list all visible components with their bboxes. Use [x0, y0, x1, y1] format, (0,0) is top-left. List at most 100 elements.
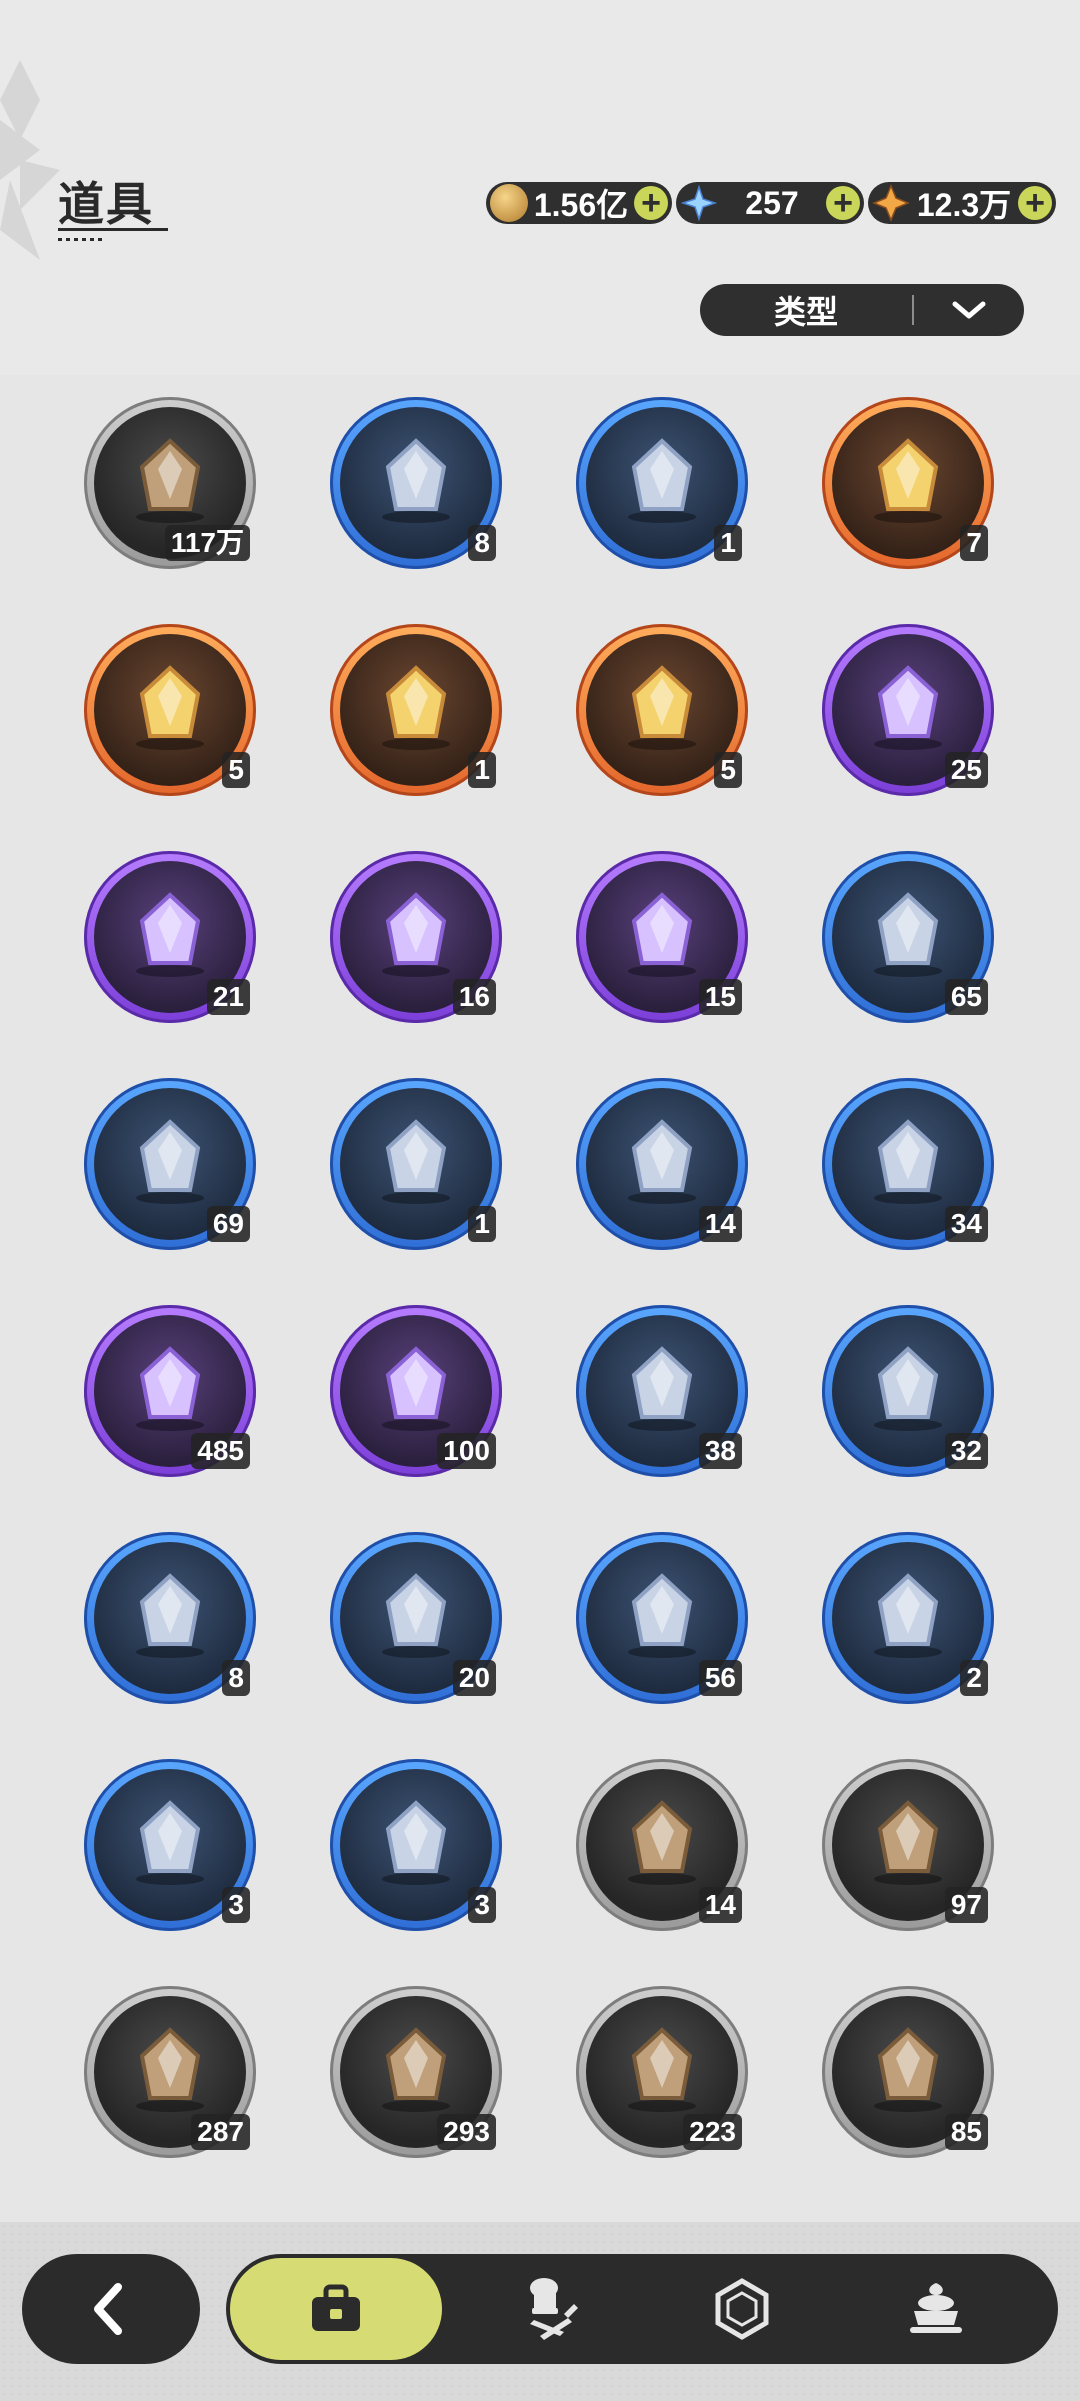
item-slot[interactable]: 3 — [84, 1759, 256, 1931]
item-slot[interactable]: 3 — [330, 1759, 502, 1931]
item-count: 15 — [698, 979, 742, 1015]
hexagon-icon — [715, 2278, 769, 2340]
tab-chef[interactable] — [462, 2254, 642, 2364]
item-slot[interactable]: 14 — [576, 1078, 748, 1250]
item-slot[interactable]: 38 — [576, 1305, 748, 1477]
add-star-button[interactable]: + — [1018, 186, 1052, 220]
item-count: 1 — [468, 752, 496, 788]
item-slot[interactable]: 293 — [330, 1986, 502, 2158]
back-button[interactable] — [22, 2254, 200, 2364]
item-slot[interactable]: 8 — [84, 1532, 256, 1704]
item-count: 3 — [468, 1887, 496, 1923]
item-count: 485 — [191, 1433, 250, 1469]
add-mora-button[interactable]: + — [634, 186, 668, 220]
category-tabs — [226, 2254, 1058, 2364]
item-count: 65 — [944, 979, 988, 1015]
sword-book-icon — [628, 892, 696, 977]
item-slot[interactable]: 20 — [330, 1532, 502, 1704]
header: 道具 1.56亿 + 257 + 12.3万 + 类型 — [0, 0, 1080, 375]
item-count: 8 — [222, 1660, 250, 1696]
tab-hexagon[interactable] — [652, 2254, 832, 2364]
orange-book-icon — [382, 892, 450, 977]
currency-crystal: 257 + — [676, 182, 864, 224]
gold-coin-icon — [490, 184, 528, 222]
item-slot[interactable]: 65 — [822, 851, 994, 1023]
pillow-icon — [136, 892, 204, 977]
item-slot[interactable]: 56 — [576, 1532, 748, 1704]
card-book-icon — [628, 1119, 696, 1204]
item-count: 38 — [698, 1433, 742, 1469]
item-count: 16 — [452, 979, 496, 1015]
filter-label: 类型 — [773, 294, 838, 330]
item-slot[interactable]: 97 — [822, 1759, 994, 1931]
item-count: 1 — [468, 1206, 496, 1242]
item-count: 5 — [222, 752, 250, 788]
tab-bag[interactable] — [246, 2254, 426, 2364]
crystal-icon — [680, 184, 718, 222]
item-slot[interactable]: 69 — [84, 1078, 256, 1250]
title-underline — [58, 228, 168, 231]
item-count: 14 — [698, 1206, 742, 1242]
item-slot[interactable]: 1 — [330, 624, 502, 796]
item-count: 7 — [960, 525, 988, 561]
item-count: 32 — [944, 1433, 988, 1469]
item-count: 3 — [222, 1887, 250, 1923]
feather-bundle-icon — [382, 438, 450, 523]
page-title: 道具 — [58, 178, 154, 230]
currency-mora-value: 1.56亿 — [533, 187, 629, 223]
item-slot[interactable]: 223 — [576, 1986, 748, 2158]
blue-book-icon — [382, 665, 450, 750]
amber-orb-icon — [874, 1573, 942, 1658]
item-count: 293 — [437, 2114, 496, 2150]
item-slot[interactable]: 34 — [822, 1078, 994, 1250]
item-count: 223 — [683, 2114, 742, 2150]
item-count: 2 — [960, 1660, 988, 1696]
item-slot[interactable]: 8 — [330, 397, 502, 569]
teacup-icon — [136, 1119, 204, 1204]
purple-crystal-shards-icon — [382, 1346, 450, 1431]
winged-gem-icon — [874, 1346, 942, 1431]
item-slot[interactable]: 25 — [822, 624, 994, 796]
golden-book-icon — [628, 665, 696, 750]
item-slot[interactable]: 287 — [84, 1986, 256, 2158]
item-slot[interactable]: 1 — [576, 397, 748, 569]
item-slot[interactable]: 32 — [822, 1305, 994, 1477]
item-slot[interactable]: 85 — [822, 1986, 994, 2158]
item-count: 25 — [944, 752, 988, 788]
item-slot[interactable]: 15 — [576, 851, 748, 1023]
golden-leaf-icon — [382, 1119, 450, 1204]
currency-star-value: 12.3万 — [916, 187, 1012, 223]
currency-mora: 1.56亿 + — [486, 182, 672, 224]
pocket-watch-icon — [874, 438, 942, 523]
item-count: 85 — [944, 2114, 988, 2150]
ice-branch-icon — [628, 1573, 696, 1658]
item-slot[interactable]: 7 — [822, 397, 994, 569]
red-crystal-ring-icon — [382, 1800, 450, 1885]
item-slot[interactable]: 5 — [84, 624, 256, 796]
quill-ink-icon — [874, 665, 942, 750]
item-slot[interactable]: 2 — [822, 1532, 994, 1704]
item-count: 97 — [944, 1887, 988, 1923]
item-slot[interactable]: 117万 — [84, 397, 256, 569]
item-count: 1 — [714, 525, 742, 561]
type-filter-dropdown[interactable]: 类型 — [700, 284, 1024, 336]
item-slot[interactable]: 16 — [330, 851, 502, 1023]
item-count: 56 — [698, 1660, 742, 1696]
void-orb-icon — [628, 1800, 696, 1885]
chevron-down-icon — [914, 298, 1024, 322]
item-slot[interactable]: 485 — [84, 1305, 256, 1477]
bag-icon — [312, 2284, 360, 2331]
tab-dessert[interactable] — [846, 2254, 1026, 2364]
item-count: 14 — [698, 1887, 742, 1923]
item-slot[interactable]: 21 — [84, 851, 256, 1023]
title-dots — [58, 238, 106, 241]
pet-food-bag-icon — [136, 438, 204, 523]
purple-orb-icon — [628, 1346, 696, 1431]
item-slot[interactable]: 100 — [330, 1305, 502, 1477]
item-slot[interactable]: 14 — [576, 1759, 748, 1931]
item-count: 5 — [714, 752, 742, 788]
item-slot[interactable]: 1 — [330, 1078, 502, 1250]
item-slot[interactable]: 5 — [576, 624, 748, 796]
blue-feather-icon — [382, 1573, 450, 1658]
add-crystal-button[interactable]: + — [826, 186, 860, 220]
